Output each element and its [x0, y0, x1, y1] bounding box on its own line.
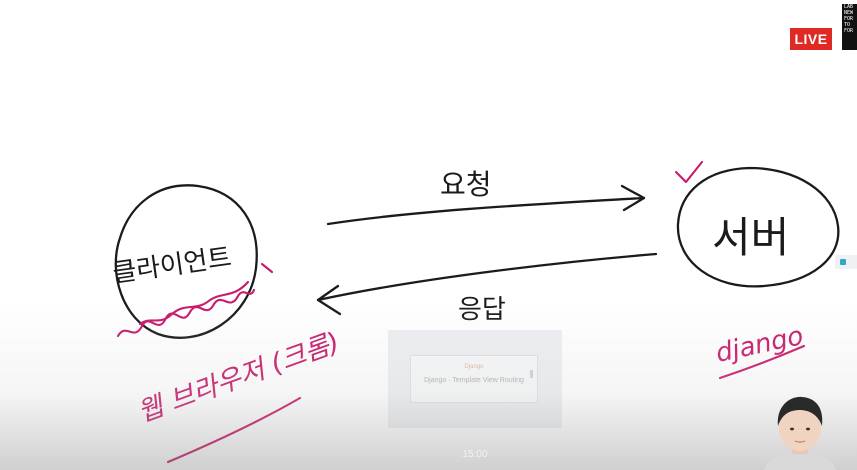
client-underline-squiggle	[116, 288, 256, 338]
panel-icon	[840, 259, 846, 265]
side-panel-toggle[interactable]	[835, 255, 857, 269]
background-slide-card: Django Django · Template View Routing	[388, 330, 562, 428]
response-label: 응답	[458, 295, 506, 325]
browser-note: 웹 브라우저 (크롬)	[134, 327, 344, 429]
presenter-shirt	[764, 452, 836, 470]
lecture-stream-frame: 클라이언트 서버 요청 응답 웹 브라우저 (크롬) django Django	[0, 0, 857, 470]
request-label: 요청	[440, 168, 492, 201]
response-arrow	[316, 252, 658, 302]
live-badge: LIVE	[790, 28, 832, 50]
presenter-webcam-thumbnail	[764, 396, 836, 470]
logo-line: FOR	[844, 28, 854, 34]
presenter-eye-left	[790, 427, 794, 431]
background-slide-inner: Django Django · Template View Routing	[410, 355, 538, 403]
background-slide-title: Django	[464, 364, 484, 370]
django-note: django	[713, 321, 806, 369]
server-label: 서버	[712, 213, 789, 262]
background-slide-subtitle: Django · Template View Routing	[424, 377, 524, 384]
server-check-mark	[674, 160, 704, 184]
presenter-eye-right	[806, 427, 810, 431]
client-tick-mark	[260, 262, 274, 274]
client-label: 클라이언트	[111, 243, 234, 289]
request-arrow	[326, 196, 646, 226]
time-caption: 15:00	[462, 449, 488, 460]
channel-logo: LAB NEW FOR TO FOR	[842, 4, 857, 50]
